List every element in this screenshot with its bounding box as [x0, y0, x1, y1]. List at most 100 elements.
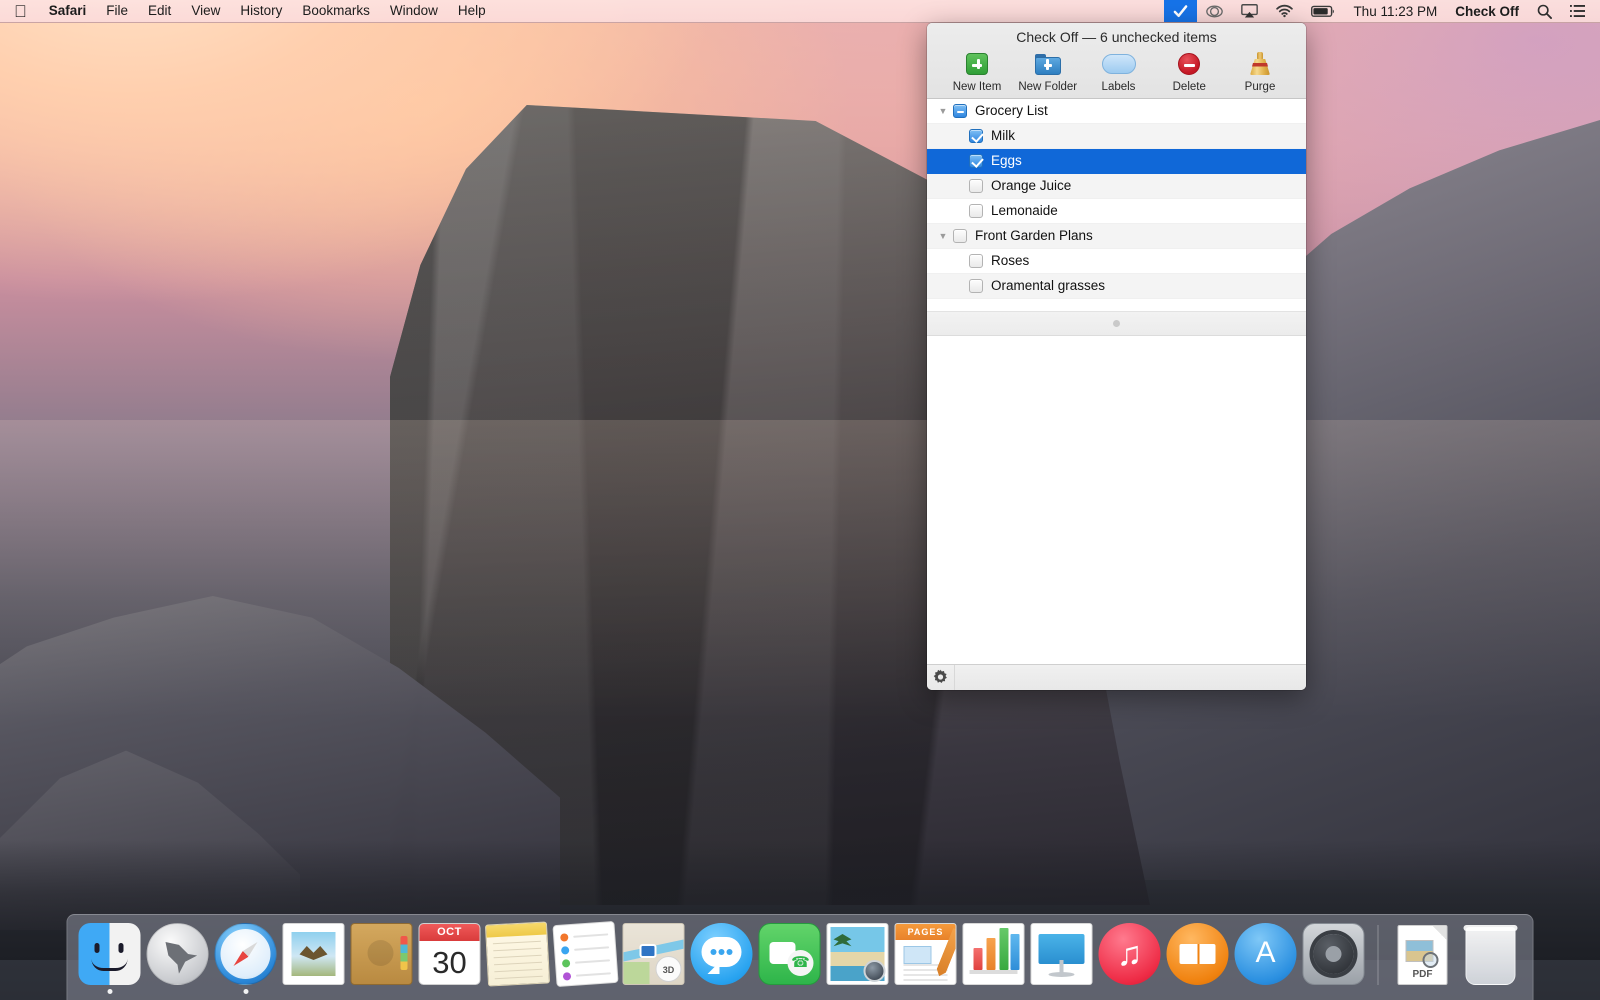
dock-item-pdf-document[interactable]: PDF [1389, 916, 1457, 994]
dock-item-safari[interactable] [212, 916, 280, 994]
dock-item-launchpad[interactable] [144, 916, 212, 994]
menu-item-bookmarks[interactable]: Bookmarks [292, 0, 380, 22]
dock-item-maps[interactable]: 3D [620, 916, 688, 994]
list-item-label: Lemonaide [991, 204, 1058, 218]
dock-item-numbers[interactable] [960, 916, 1028, 994]
pages-wordmark: PAGES [896, 924, 956, 940]
checklist-outline[interactable]: ▼ Grocery List Milk Eggs Orange Juice Le… [927, 99, 1306, 299]
popover-header: Check Off — 6 unchecked items New Item N… [927, 23, 1306, 99]
menu-item-file[interactable]: File [96, 0, 138, 22]
dock-item-appstore[interactable] [1232, 916, 1300, 994]
purge-icon [1248, 50, 1272, 78]
dock-item-keynote[interactable] [1028, 916, 1096, 994]
menu-item-view[interactable]: View [181, 0, 230, 22]
checkbox-mixed[interactable] [953, 104, 967, 118]
checkbox-checked[interactable] [969, 154, 983, 168]
list-item-selected[interactable]: Eggs [927, 149, 1306, 174]
list-item[interactable]: Oramental grasses [927, 274, 1306, 299]
wifi-icon[interactable] [1267, 0, 1302, 22]
menu-item-history[interactable]: History [230, 0, 292, 22]
calendar-icon: OCT 30 [419, 923, 481, 985]
dock-item-pages[interactable]: PAGES [892, 916, 960, 994]
numbers-icon [963, 923, 1025, 985]
menu-item-safari[interactable]: Safari [39, 0, 97, 22]
menu-item-window[interactable]: Window [380, 0, 448, 22]
pdf-label: PDF [1399, 969, 1447, 980]
new-item-button[interactable]: New Item [945, 50, 1009, 93]
list-item[interactable]: Roses [927, 249, 1306, 274]
disclosure-triangle-icon[interactable]: ▼ [935, 106, 951, 116]
list-item[interactable]: Milk [927, 124, 1306, 149]
dock-item-system-preferences[interactable] [1300, 916, 1368, 994]
dock-item-ibooks[interactable] [1164, 916, 1232, 994]
dock-item-finder[interactable] [76, 916, 144, 994]
gear-icon[interactable] [927, 665, 955, 690]
list-item-label: Eggs [991, 154, 1022, 168]
dock-item-reminders[interactable] [552, 916, 620, 994]
disclosure-triangle-icon[interactable]: ▼ [935, 231, 951, 241]
search-icon[interactable] [1528, 0, 1561, 22]
mail-icon [283, 923, 345, 985]
new-item-label: New Item [953, 81, 1002, 93]
ibooks-icon [1167, 923, 1229, 985]
new-item-icon [966, 50, 988, 78]
dock-item-messages[interactable] [688, 916, 756, 994]
list-item-label: Milk [991, 129, 1015, 143]
running-indicator [243, 989, 248, 994]
dock-item-notes[interactable] [484, 916, 552, 994]
checkbox-checked[interactable] [969, 129, 983, 143]
pane-splitter[interactable] [927, 311, 1306, 336]
app-store-icon [1235, 923, 1297, 985]
list-item[interactable]: Orange Juice [927, 174, 1306, 199]
system-preferences-icon [1303, 923, 1365, 985]
dock-item-contacts[interactable] [348, 916, 416, 994]
list-item[interactable]: ▼ Front Garden Plans [927, 224, 1306, 249]
checkbox-unchecked[interactable] [969, 279, 983, 293]
labels-icon [1102, 50, 1136, 78]
battery-icon[interactable] [1302, 0, 1344, 22]
checkbox-unchecked[interactable] [969, 204, 983, 218]
list-item-label: Roses [991, 254, 1029, 268]
delete-label: Delete [1173, 81, 1206, 93]
popover-title: Check Off — 6 unchecked items [927, 23, 1306, 50]
dock-item-calendar[interactable]: OCT 30 [416, 916, 484, 994]
dock-separator [1378, 925, 1379, 985]
menu-bar-app-name[interactable]: Check Off [1446, 4, 1528, 19]
dock-item-photos[interactable] [824, 916, 892, 994]
splitter-grip-icon[interactable] [1113, 320, 1120, 327]
new-folder-button[interactable]: New Folder [1016, 50, 1080, 93]
dock-item-facetime[interactable] [756, 916, 824, 994]
dock-item-trash[interactable] [1457, 916, 1525, 994]
creative-cloud-icon[interactable] [1197, 0, 1232, 22]
list-item-label: Front Garden Plans [975, 229, 1093, 243]
menu-item-edit[interactable]: Edit [138, 0, 181, 22]
delete-icon [1178, 50, 1200, 78]
safari-icon [215, 923, 277, 985]
popover-toolbar: New Item New Folder Labels Delete Pu [927, 50, 1306, 98]
note-detail-pane[interactable] [927, 324, 1306, 664]
dock-item-mail[interactable] [280, 916, 348, 994]
messages-icon [691, 923, 753, 985]
facetime-icon [759, 923, 821, 985]
desktop-wallpaper [0, 0, 1600, 1000]
purge-button[interactable]: Purge [1228, 50, 1292, 93]
menu-bar-clock[interactable]: Thu 11:23 PM [1344, 4, 1446, 19]
apple-menu-icon[interactable]:  [0, 0, 39, 22]
menu-bar:  Safari File Edit View History Bookmark… [0, 0, 1600, 23]
labels-button[interactable]: Labels [1087, 50, 1151, 93]
checkbox-unchecked[interactable] [953, 229, 967, 243]
checkbox-unchecked[interactable] [969, 179, 983, 193]
list-item[interactable]: Lemonaide [927, 199, 1306, 224]
checkbox-unchecked[interactable] [969, 254, 983, 268]
notification-center-icon[interactable] [1561, 0, 1594, 22]
list-item[interactable]: ▼ Grocery List [927, 99, 1306, 124]
new-folder-label: New Folder [1018, 81, 1077, 93]
check-off-popover: Check Off — 6 unchecked items New Item N… [927, 23, 1306, 690]
menu-item-help[interactable]: Help [448, 0, 496, 22]
menu-bar-left:  Safari File Edit View History Bookmark… [0, 0, 496, 22]
airplay-icon[interactable] [1232, 0, 1267, 22]
dock-item-itunes[interactable] [1096, 916, 1164, 994]
labels-label: Labels [1102, 81, 1136, 93]
checkmark-icon[interactable] [1164, 0, 1197, 22]
delete-button[interactable]: Delete [1157, 50, 1221, 93]
